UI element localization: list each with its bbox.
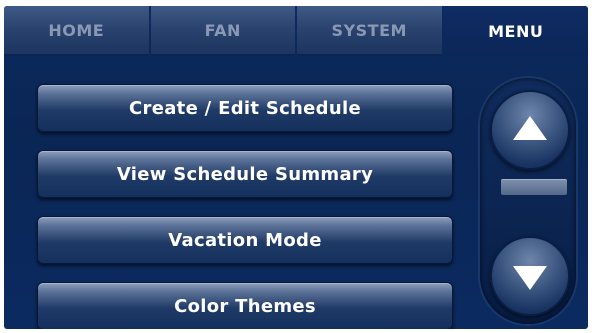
tab-bar: HOME FAN SYSTEM MENU — [4, 6, 588, 56]
tab-system[interactable]: SYSTEM — [297, 6, 442, 56]
tab-fan[interactable]: FAN — [150, 6, 295, 56]
triangle-down-icon — [513, 266, 547, 290]
tab-menu[interactable]: MENU — [443, 6, 588, 56]
scroll-down-button[interactable] — [490, 236, 570, 316]
main-panel: HOME FAN SYSTEM MENU Create / Edit Sched… — [4, 6, 588, 329]
triangle-up-icon — [513, 116, 547, 140]
thermostat-screen: HOME FAN SYSTEM MENU Create / Edit Sched… — [0, 0, 592, 333]
tab-home[interactable]: HOME — [4, 6, 149, 56]
scroll-up-button[interactable] — [490, 90, 570, 170]
color-themes-button[interactable]: Color Themes — [37, 282, 453, 329]
create-edit-schedule-button[interactable]: Create / Edit Schedule — [37, 84, 453, 132]
menu-list: Create / Edit Schedule View Schedule Sum… — [37, 84, 455, 329]
vacation-mode-button[interactable]: Vacation Mode — [37, 216, 453, 264]
scroll-control — [480, 78, 576, 324]
scroll-position-indicator[interactable] — [501, 179, 567, 195]
view-schedule-summary-button[interactable]: View Schedule Summary — [37, 150, 453, 198]
